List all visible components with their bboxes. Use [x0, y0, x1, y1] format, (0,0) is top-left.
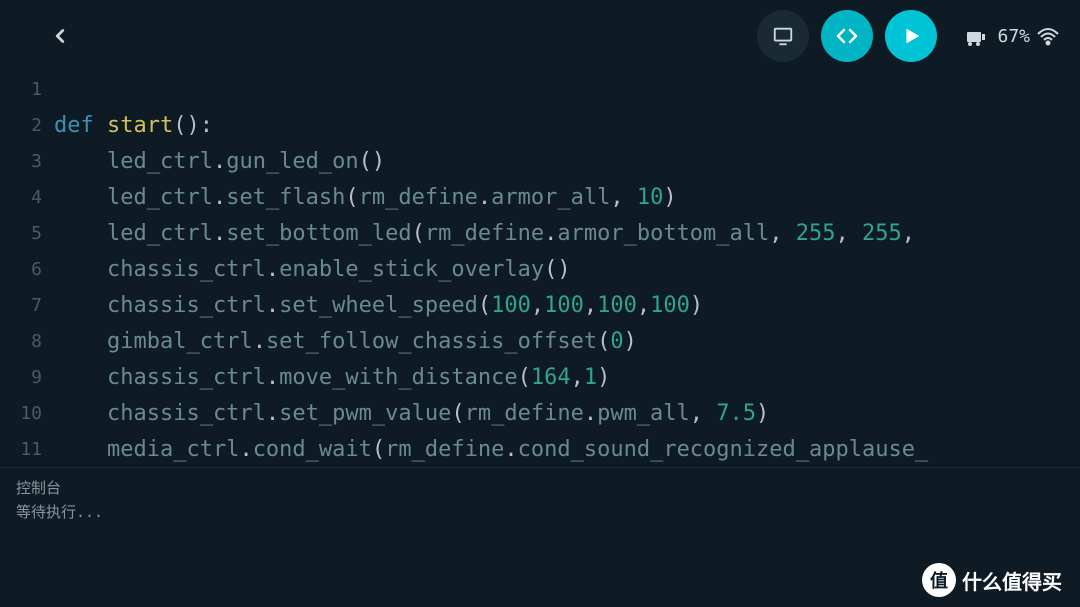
line-number: 10	[0, 396, 42, 432]
watermark: 值 什么值得买	[922, 563, 1062, 597]
wifi-icon	[1036, 26, 1060, 46]
battery-text: 67%	[997, 26, 1030, 47]
code-line[interactable]: led_ctrl.set_bottom_led(rm_define.armor_…	[54, 216, 1080, 252]
robot-icon	[965, 26, 991, 46]
chevron-left-icon	[49, 25, 71, 47]
code-line[interactable]: chassis_ctrl.set_wheel_speed(100,100,100…	[54, 288, 1080, 324]
console-title: 控制台	[16, 476, 1064, 500]
line-gutter: 1234567891011	[0, 72, 54, 467]
line-number: 6	[0, 252, 42, 288]
play-icon	[900, 25, 922, 47]
run-button[interactable]	[885, 10, 937, 62]
line-number: 11	[0, 432, 42, 467]
console-panel: 控制台 等待执行...	[0, 467, 1080, 532]
code-view-button[interactable]	[821, 10, 873, 62]
line-number: 2	[0, 108, 42, 144]
line-number: 1	[0, 72, 42, 108]
code-icon	[835, 24, 859, 48]
code-line[interactable]: led_ctrl.gun_led_on()	[54, 144, 1080, 180]
code-line[interactable]: led_ctrl.set_flash(rm_define.armor_all, …	[54, 180, 1080, 216]
code-line[interactable]: chassis_ctrl.set_pwm_value(rm_define.pwm…	[54, 396, 1080, 432]
back-button[interactable]	[40, 16, 80, 56]
watermark-text: 什么值得买	[962, 566, 1062, 595]
code-line[interactable]	[54, 72, 1080, 108]
topbar: 67%	[0, 0, 1080, 72]
line-number: 9	[0, 360, 42, 396]
line-number: 8	[0, 324, 42, 360]
status-bar: 67%	[965, 26, 1060, 47]
code-area[interactable]: def start(): led_ctrl.gun_led_on() led_c…	[54, 72, 1080, 467]
code-line[interactable]: media_ctrl.cond_wait(rm_define.cond_soun…	[54, 432, 1080, 467]
line-number: 4	[0, 180, 42, 216]
code-line[interactable]: gimbal_ctrl.set_follow_chassis_offset(0)	[54, 324, 1080, 360]
screen-button[interactable]	[757, 10, 809, 62]
code-line[interactable]: chassis_ctrl.move_with_distance(164,1)	[54, 360, 1080, 396]
code-line[interactable]: def start():	[54, 108, 1080, 144]
watermark-badge: 值	[922, 563, 956, 597]
console-status: 等待执行...	[16, 500, 1064, 524]
code-line[interactable]: chassis_ctrl.enable_stick_overlay()	[54, 252, 1080, 288]
line-number: 5	[0, 216, 42, 252]
code-editor[interactable]: 1234567891011 def start(): led_ctrl.gun_…	[0, 72, 1080, 467]
line-number: 7	[0, 288, 42, 324]
line-number: 3	[0, 144, 42, 180]
screen-icon	[772, 25, 794, 47]
